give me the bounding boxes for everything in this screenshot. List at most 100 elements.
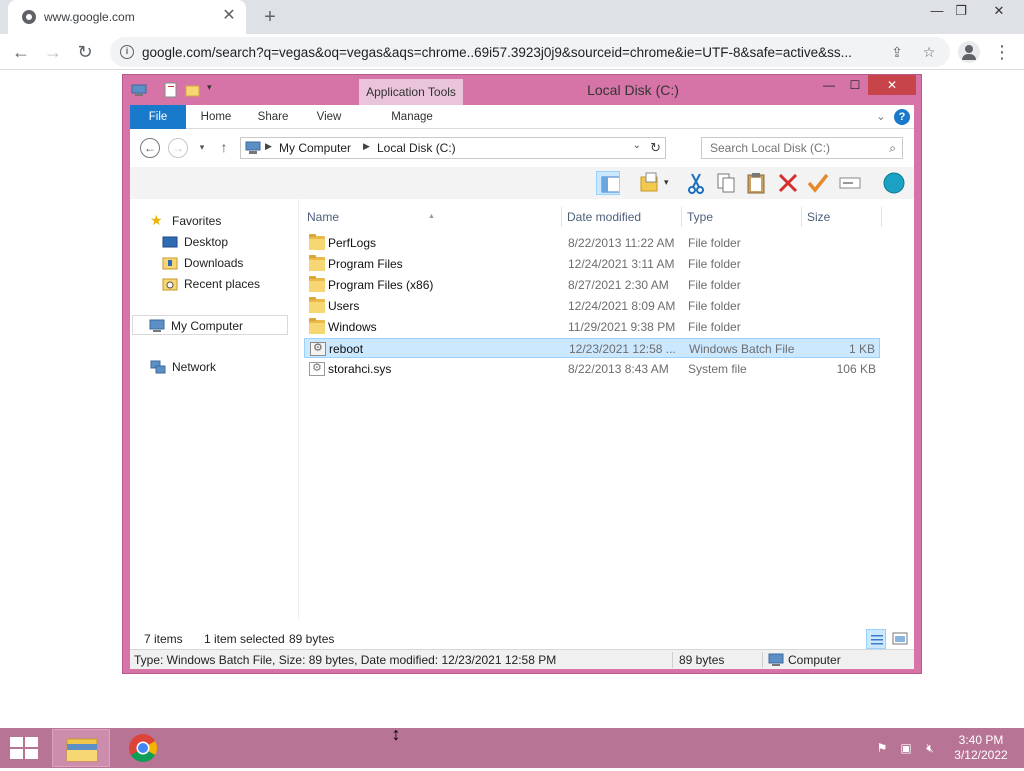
ribbon-expand-icon[interactable]: ⌄: [872, 105, 890, 129]
column-header-date[interactable]: Date modified: [562, 207, 682, 227]
file-size: 1 KB: [848, 342, 875, 356]
nav-my-computer-label: My Computer: [171, 319, 244, 333]
breadcrumb-my-computer[interactable]: My Computer: [279, 141, 351, 155]
tab-share[interactable]: Share: [250, 105, 296, 129]
pane-splitter[interactable]: [298, 199, 299, 619]
globe-icon[interactable]: [882, 171, 906, 195]
column-header-name[interactable]: Name ▲: [302, 207, 562, 227]
share-icon[interactable]: ⇪: [888, 43, 906, 61]
bookmark-star-icon[interactable]: ☆: [920, 43, 938, 61]
windows-start-icon[interactable]: [10, 737, 38, 759]
system-clock[interactable]: 3:40 PM 3/12/2022: [944, 733, 1018, 763]
details-info: Type: Windows Batch File, Size: 89 bytes…: [134, 653, 557, 667]
table-row-selected[interactable]: reboot 12/23/2021 12:58 ... Windows Batc…: [304, 338, 880, 358]
explorer-title-bar[interactable]: ▾ Application Tools Local Disk (C:) — ☐ …: [123, 75, 921, 105]
column-header-type[interactable]: Type: [682, 207, 802, 227]
refresh-icon[interactable]: ↻: [650, 140, 661, 156]
file-type: File folder: [688, 320, 741, 334]
tab-file[interactable]: File: [130, 105, 186, 129]
column-header-size[interactable]: Size: [802, 207, 882, 227]
file-date: 8/27/2021 2:30 AM: [568, 278, 669, 292]
file-explorer-window: ▾ Application Tools Local Disk (C:) — ☐ …: [122, 74, 922, 674]
taskbar-chrome[interactable]: [114, 729, 172, 767]
explorer-minimize-button[interactable]: —: [816, 75, 842, 95]
forward-button[interactable]: →: [40, 39, 66, 65]
preview-pane-icon[interactable]: [596, 171, 620, 195]
volume-muted-icon[interactable]: 🔇︎: [922, 740, 938, 756]
details-view-icon[interactable]: [866, 629, 886, 649]
delete-icon[interactable]: [776, 171, 800, 195]
browser-close-button[interactable]: ✕: [982, 0, 1016, 22]
tab-manage[interactable]: Manage: [370, 105, 454, 129]
back-button[interactable]: ←: [8, 39, 34, 65]
table-row[interactable]: Program Files (x86) 8/27/2021 2:30 AM Fi…: [304, 275, 880, 295]
new-folder-icon[interactable]: [185, 82, 201, 98]
nav-my-computer[interactable]: My Computer: [132, 315, 288, 335]
cut-icon[interactable]: [684, 171, 708, 195]
up-arrow-icon[interactable]: ↑: [214, 138, 234, 158]
copy-icon[interactable]: [714, 171, 738, 195]
flag-icon[interactable]: ⚑: [874, 740, 890, 756]
tab-home[interactable]: Home: [192, 105, 240, 129]
application-tools-tab[interactable]: Application Tools: [359, 79, 463, 105]
folder-icon: [309, 297, 325, 313]
address-dropdown-icon[interactable]: ⌄: [633, 140, 641, 151]
tab-view[interactable]: View: [306, 105, 352, 129]
properties-icon[interactable]: [163, 82, 179, 98]
profile-avatar-icon[interactable]: [958, 41, 980, 63]
sort-arrow-icon: ▲: [428, 213, 435, 220]
table-row[interactable]: Users 12/24/2021 8:09 AM File folder: [304, 296, 880, 316]
file-date: 8/22/2013 11:22 AM: [568, 236, 675, 250]
forward-arrow-icon[interactable]: →: [168, 138, 188, 158]
file-type: File folder: [688, 278, 741, 292]
explorer-maximize-button[interactable]: ☐: [842, 75, 868, 95]
details-divider: [672, 652, 673, 668]
table-row[interactable]: Windows 11/29/2021 9:38 PM File folder: [304, 317, 880, 337]
properties-folder-icon[interactable]: [638, 171, 662, 195]
table-row[interactable]: Program Files 12/24/2021 3:11 AM File fo…: [304, 254, 880, 274]
nav-network[interactable]: Network: [150, 357, 280, 377]
computer-icon: [149, 319, 165, 332]
breadcrumb-chevron-icon[interactable]: ▶: [363, 141, 370, 152]
nav-desktop[interactable]: Desktop: [162, 232, 282, 252]
navigation-pane: ★ Favorites Desktop Downloads Recent pla…: [130, 199, 292, 627]
breadcrumb-chevron-icon[interactable]: ▶: [265, 141, 272, 152]
details-location: Computer: [788, 653, 841, 667]
taskbar-file-explorer[interactable]: [52, 729, 110, 767]
breadcrumb-local-disk[interactable]: Local Disk (C:): [377, 141, 456, 155]
item-count: 7 items: [144, 632, 183, 646]
file-explorer-icon: [66, 738, 98, 762]
rename-icon[interactable]: [838, 171, 862, 195]
checkmark-icon[interactable]: [806, 171, 830, 195]
browser-restore-button[interactable]: ❐: [944, 0, 978, 22]
desktop-icon: [162, 236, 178, 248]
search-input[interactable]: [708, 140, 878, 156]
new-tab-button[interactable]: +: [258, 5, 282, 29]
large-icons-view-icon[interactable]: [890, 629, 910, 649]
back-arrow-icon[interactable]: ←: [140, 138, 160, 158]
address-bar[interactable]: i google.com/search?q=vegas&oq=vegas&aqs…: [110, 37, 950, 67]
close-tab-icon[interactable]: ✕: [220, 7, 238, 25]
table-row[interactable]: PerfLogs 8/22/2013 11:22 AM File folder: [304, 233, 880, 253]
help-icon[interactable]: ?: [894, 109, 910, 125]
paste-icon[interactable]: [744, 171, 768, 195]
browser-tab[interactable]: www.google.com ✕: [8, 0, 246, 34]
reload-button[interactable]: ↻: [72, 39, 98, 65]
file-date: 8/22/2013 8:43 AM: [568, 362, 669, 376]
nav-favorites[interactable]: ★ Favorites: [150, 211, 280, 231]
explorer-close-button[interactable]: ✕: [868, 75, 916, 95]
nav-recent-places[interactable]: Recent places: [162, 274, 282, 294]
info-icon[interactable]: i: [120, 45, 134, 59]
url-text[interactable]: google.com/search?q=vegas&oq=vegas&aqs=c…: [142, 45, 882, 60]
table-row[interactable]: storahci.sys 8/22/2013 8:43 AM System fi…: [304, 359, 880, 379]
customize-qat-icon[interactable]: ▾: [207, 82, 223, 98]
search-box[interactable]: ⌕: [701, 137, 903, 159]
address-breadcrumb[interactable]: ▶ My Computer ▶ Local Disk (C:) ⌄ ↻: [240, 137, 666, 159]
computer-icon[interactable]: [131, 82, 147, 98]
nav-downloads[interactable]: Downloads: [162, 253, 282, 273]
search-icon: ⌕: [889, 141, 896, 155]
nav-recent-places-label: Recent places: [184, 277, 261, 291]
chrome-menu-button[interactable]: ⋮: [992, 40, 1012, 64]
network-tray-icon[interactable]: ▣: [898, 740, 914, 756]
recent-locations-icon[interactable]: ▾: [192, 138, 212, 158]
